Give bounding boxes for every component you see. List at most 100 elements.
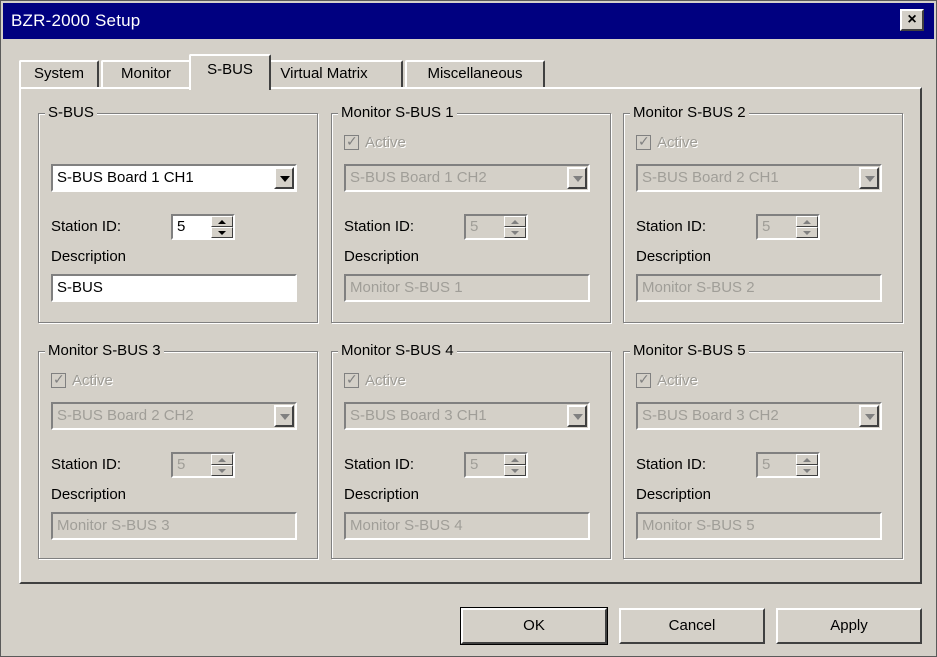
spin-down-icon[interactable] bbox=[504, 227, 526, 238]
apply-label: Apply bbox=[830, 617, 868, 634]
active-checkbox[interactable]: Active bbox=[344, 132, 406, 152]
active-checkbox[interactable]: Active bbox=[636, 370, 698, 390]
spin-down-icon[interactable] bbox=[211, 465, 233, 476]
group-title: Monitor S-BUS 5 bbox=[630, 341, 749, 361]
spin-down-icon[interactable] bbox=[796, 227, 818, 238]
description-field[interactable]: Monitor S-BUS 1 bbox=[344, 274, 590, 302]
apply-button[interactable]: Apply bbox=[776, 608, 922, 644]
station-id-value: 5 bbox=[177, 456, 186, 473]
spin-buttons bbox=[796, 216, 818, 238]
station-id-label: Station ID: bbox=[51, 218, 122, 235]
group-monitor-s-bus-1: Monitor S-BUS 1 Active S-BUS Board 1 CH2… bbox=[331, 103, 611, 323]
tab-label: Virtual Matrix bbox=[280, 65, 368, 82]
description-field[interactable]: Monitor S-BUS 4 bbox=[344, 512, 590, 540]
description-field[interactable]: S-BUS bbox=[51, 274, 297, 302]
spin-up-icon[interactable] bbox=[796, 216, 818, 227]
active-label: Active bbox=[365, 371, 406, 389]
tab-monitor[interactable]: Monitor bbox=[101, 60, 191, 88]
chevron-down-icon[interactable] bbox=[859, 167, 879, 189]
group-title: Monitor S-BUS 2 bbox=[630, 103, 749, 123]
s-bus-board-select[interactable]: S-BUS Board 2 CH2 bbox=[51, 402, 297, 430]
tab-label: Miscellaneous bbox=[427, 65, 523, 82]
cancel-button[interactable]: Cancel bbox=[619, 608, 765, 644]
spin-up-icon[interactable] bbox=[211, 454, 233, 465]
station-id-stepper[interactable]: 5 bbox=[171, 452, 235, 478]
description-label: Description bbox=[51, 248, 127, 265]
checkbox-icon bbox=[344, 371, 359, 388]
station-id-value: 5 bbox=[470, 456, 479, 473]
station-id-stepper[interactable]: 5 bbox=[756, 214, 820, 240]
window-title: BZR-2000 Setup bbox=[11, 11, 141, 30]
title-bar[interactable]: BZR-2000 Setup × bbox=[3, 3, 934, 39]
tab-label: System bbox=[33, 65, 84, 82]
station-id-label: Station ID: bbox=[636, 456, 707, 473]
checkbox-icon bbox=[636, 133, 651, 150]
station-id-stepper[interactable]: 5 bbox=[756, 452, 820, 478]
group-monitor-s-bus-5: Monitor S-BUS 5 Active S-BUS Board 3 CH2… bbox=[623, 341, 903, 559]
description-value: Monitor S-BUS 4 bbox=[350, 517, 463, 534]
chevron-down-icon[interactable] bbox=[567, 405, 587, 427]
description-value: Monitor S-BUS 5 bbox=[642, 517, 755, 534]
station-id-stepper[interactable]: 5 bbox=[171, 214, 235, 240]
group-title: Monitor S-BUS 4 bbox=[338, 341, 457, 361]
group-s-bus: S-BUS S-BUS Board 1 CH1 Station ID: 5 De… bbox=[38, 103, 318, 323]
spin-buttons bbox=[504, 454, 526, 476]
group-monitor-s-bus-2: Monitor S-BUS 2 Active S-BUS Board 2 CH1… bbox=[623, 103, 903, 323]
active-checkbox[interactable]: Active bbox=[51, 370, 113, 390]
ok-button[interactable]: OK bbox=[460, 607, 608, 645]
spin-down-icon[interactable] bbox=[796, 465, 818, 476]
s-bus-board-select[interactable]: S-BUS Board 1 CH2 bbox=[344, 164, 590, 192]
spin-buttons bbox=[504, 216, 526, 238]
active-checkbox[interactable]: Active bbox=[344, 370, 406, 390]
description-value: Monitor S-BUS 1 bbox=[350, 279, 463, 296]
active-label: Active bbox=[365, 133, 406, 151]
close-icon: × bbox=[907, 11, 917, 28]
station-id-label: Station ID: bbox=[344, 218, 415, 235]
description-label: Description bbox=[636, 486, 712, 503]
spin-buttons bbox=[796, 454, 818, 476]
station-id-stepper[interactable]: 5 bbox=[464, 452, 528, 478]
spin-down-icon[interactable] bbox=[504, 465, 526, 476]
spin-up-icon[interactable] bbox=[504, 216, 526, 227]
ok-label: OK bbox=[523, 617, 545, 634]
spin-up-icon[interactable] bbox=[796, 454, 818, 465]
setup-dialog: BZR-2000 Setup × System Monitor Virtual … bbox=[0, 0, 937, 657]
cancel-label: Cancel bbox=[668, 617, 716, 634]
chevron-down-icon[interactable] bbox=[274, 167, 294, 189]
description-value: Monitor S-BUS 2 bbox=[642, 279, 755, 296]
description-field[interactable]: Monitor S-BUS 2 bbox=[636, 274, 882, 302]
station-id-label: Station ID: bbox=[636, 218, 707, 235]
chevron-down-icon[interactable] bbox=[567, 167, 587, 189]
checkbox-icon bbox=[51, 371, 66, 388]
spin-down-icon[interactable] bbox=[211, 227, 233, 238]
spin-buttons bbox=[211, 216, 233, 238]
tab-system[interactable]: System bbox=[19, 60, 99, 88]
tab-miscellaneous[interactable]: Miscellaneous bbox=[405, 60, 545, 88]
checkbox-icon bbox=[636, 371, 651, 388]
spin-up-icon[interactable] bbox=[211, 216, 233, 227]
combo-value: S-BUS Board 1 CH1 bbox=[57, 169, 194, 186]
group-title: Monitor S-BUS 1 bbox=[338, 103, 457, 123]
chevron-down-icon[interactable] bbox=[859, 405, 879, 427]
spin-up-icon[interactable] bbox=[504, 454, 526, 465]
active-checkbox[interactable]: Active bbox=[636, 132, 698, 152]
station-id-value: 5 bbox=[762, 218, 771, 235]
description-label: Description bbox=[344, 486, 420, 503]
close-button[interactable]: × bbox=[900, 9, 924, 31]
station-id-stepper[interactable]: 5 bbox=[464, 214, 528, 240]
s-bus-board-select[interactable]: S-BUS Board 3 CH1 bbox=[344, 402, 590, 430]
combo-value: S-BUS Board 2 CH2 bbox=[57, 407, 194, 424]
station-id-label: Station ID: bbox=[51, 456, 122, 473]
group-title: S-BUS bbox=[45, 103, 97, 123]
active-label: Active bbox=[72, 371, 113, 389]
combo-value: S-BUS Board 2 CH1 bbox=[642, 169, 779, 186]
s-bus-board-select[interactable]: S-BUS Board 3 CH2 bbox=[636, 402, 882, 430]
s-bus-board-select[interactable]: S-BUS Board 1 CH1 bbox=[51, 164, 297, 192]
chevron-down-icon[interactable] bbox=[274, 405, 294, 427]
description-field[interactable]: Monitor S-BUS 3 bbox=[51, 512, 297, 540]
checkbox-icon bbox=[344, 133, 359, 150]
tab-s-bus[interactable]: S-BUS bbox=[189, 54, 271, 90]
station-id-label: Station ID: bbox=[344, 456, 415, 473]
description-field[interactable]: Monitor S-BUS 5 bbox=[636, 512, 882, 540]
s-bus-board-select[interactable]: S-BUS Board 2 CH1 bbox=[636, 164, 882, 192]
